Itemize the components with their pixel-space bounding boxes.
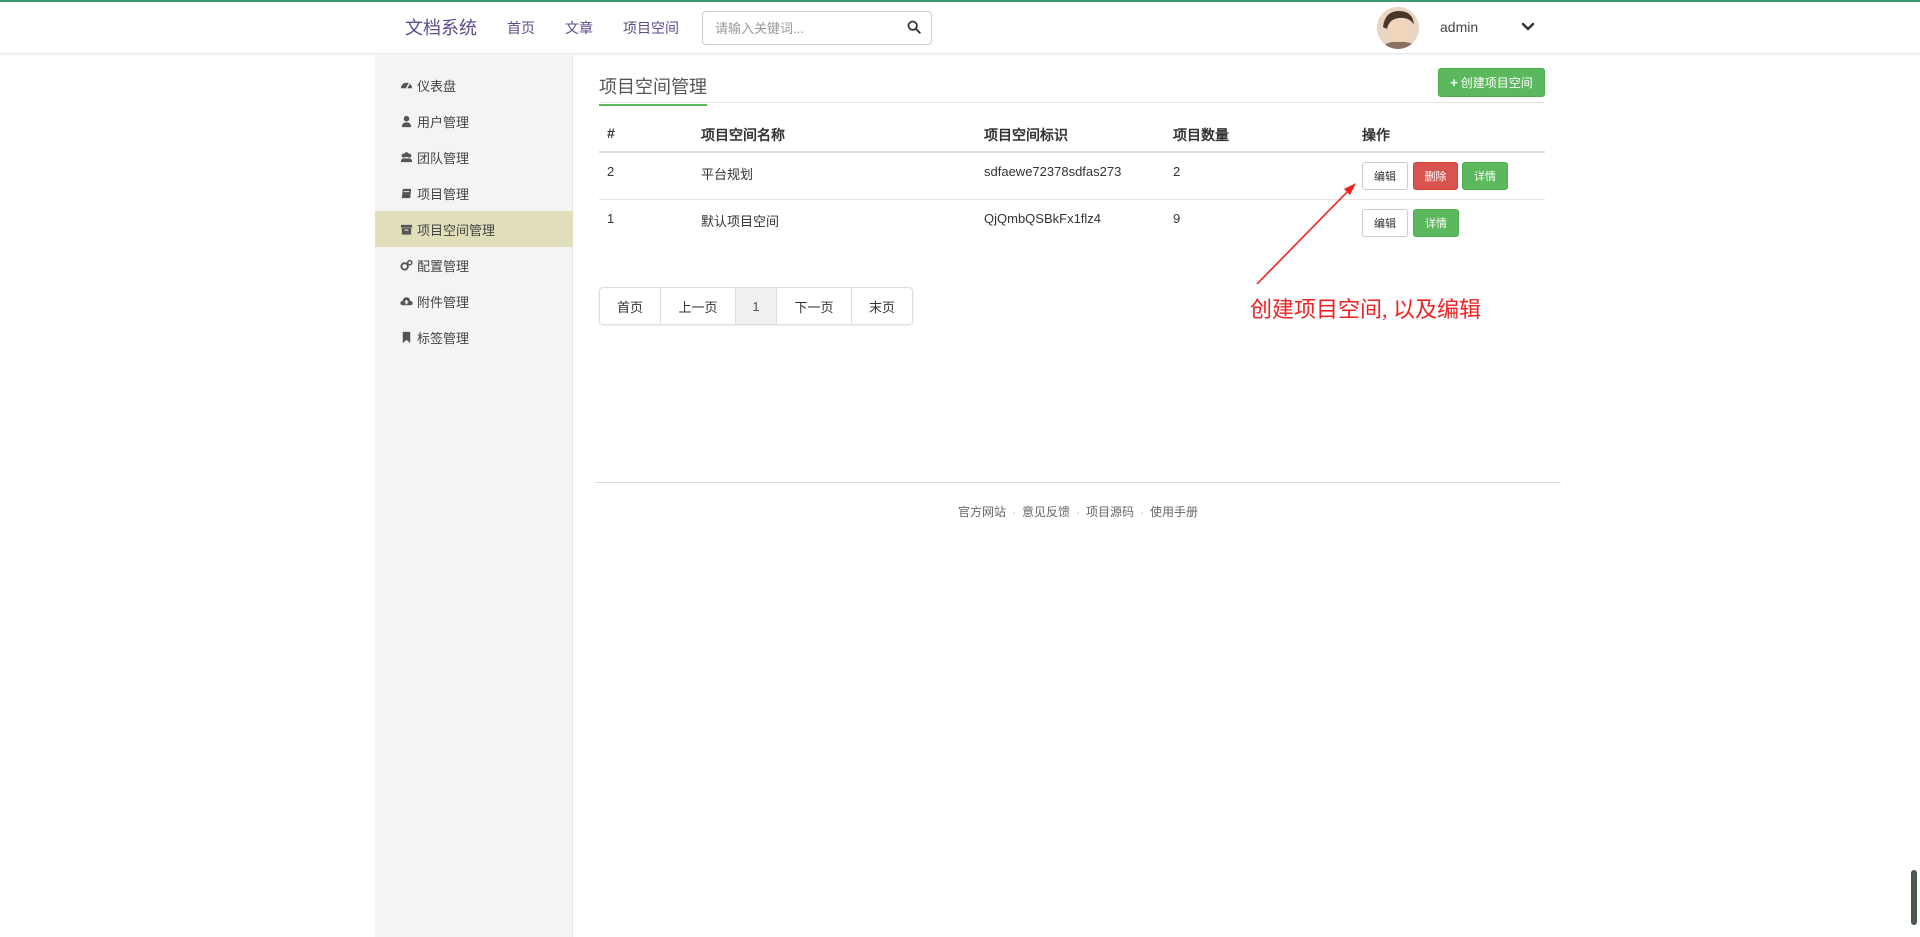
row-identifier: QjQmbQSBkFx1flz4 xyxy=(984,211,1102,226)
annotation-arrow xyxy=(1256,183,1356,285)
plus-icon: + xyxy=(1450,75,1458,90)
nav-link-home[interactable]: 首页 xyxy=(507,18,535,38)
chevron-down-icon[interactable] xyxy=(1520,19,1536,35)
username[interactable]: admin xyxy=(1440,19,1478,35)
footer-divider xyxy=(595,482,1561,483)
sidebar-item-label: 项目管理 xyxy=(417,186,470,202)
sidebar-item-label: 配置管理 xyxy=(417,258,470,274)
book-icon xyxy=(399,186,413,200)
search-box xyxy=(702,11,932,45)
navbar: 文档系统 首页 文章 项目空间 admin xyxy=(0,2,1920,54)
footer-link-official-site[interactable]: 官方网站 xyxy=(958,505,1006,519)
details-button[interactable]: 详情 xyxy=(1462,162,1508,190)
sidebar-item-dashboard[interactable]: 仪表盘 xyxy=(375,67,573,103)
create-project-space-button[interactable]: + 创建项目空间 xyxy=(1438,68,1545,97)
row-divider xyxy=(599,199,1545,200)
brand-logo[interactable]: 文档系统 xyxy=(405,14,477,40)
sidebar: 仪表盘 用户管理 团队管理 项目管理 项目空间管理 配置管理 附件管理 标签管理 xyxy=(375,55,573,937)
row-count: 9 xyxy=(1173,211,1181,226)
row-name: 平台规划 xyxy=(701,167,754,182)
pagination-first[interactable]: 首页 xyxy=(600,288,661,324)
footer: 官方网站 · 意见反馈 · 项目源码 · 使用手册 xyxy=(595,503,1561,520)
sidebar-item-label: 仪表盘 xyxy=(417,78,457,94)
sidebar-item-label: 附件管理 xyxy=(417,294,470,310)
scrollbar-thumb[interactable] xyxy=(1911,870,1917,925)
row-identifier: sdfaewe72378sdfas273 xyxy=(984,164,1122,179)
avatar[interactable] xyxy=(1377,7,1419,49)
cloud-upload-icon xyxy=(399,294,413,308)
sidebar-item-teams[interactable]: 团队管理 xyxy=(375,139,573,175)
sidebar-item-label: 团队管理 xyxy=(417,150,470,166)
title-divider xyxy=(599,102,1545,103)
users-icon xyxy=(399,150,413,164)
footer-separator: · xyxy=(1011,505,1016,519)
footer-link-feedback[interactable]: 意见反馈 xyxy=(1022,505,1070,519)
details-button[interactable]: 详情 xyxy=(1413,209,1459,237)
create-button-label: 创建项目空间 xyxy=(1460,76,1533,90)
archive-icon xyxy=(399,222,413,236)
sidebar-item-label: 用户管理 xyxy=(417,114,470,130)
delete-button[interactable]: 删除 xyxy=(1413,162,1458,190)
pagination-next[interactable]: 下一页 xyxy=(777,288,852,324)
pagination-last[interactable]: 末页 xyxy=(852,288,912,324)
row-name: 默认项目空间 xyxy=(701,214,780,229)
row-count: 2 xyxy=(1173,164,1181,179)
annotation-text: 创建项目空间, 以及编辑 xyxy=(1250,297,1482,322)
nav-link-articles[interactable]: 文章 xyxy=(565,18,593,38)
bookmark-icon xyxy=(399,330,413,344)
pagination-prev[interactable]: 上一页 xyxy=(661,288,736,324)
footer-separator: · xyxy=(1140,505,1145,519)
pagination-page-current[interactable]: 1 xyxy=(736,288,777,324)
pagination: 首页 上一页 1 下一页 末页 xyxy=(599,287,913,325)
table-header-divider xyxy=(599,151,1545,153)
table-header-index: # xyxy=(607,125,615,141)
footer-link-source[interactable]: 项目源码 xyxy=(1086,505,1134,519)
sidebar-item-tags[interactable]: 标签管理 xyxy=(375,319,573,355)
sidebar-item-projects[interactable]: 项目管理 xyxy=(375,175,573,211)
sidebar-item-label: 标签管理 xyxy=(417,330,470,346)
row-id: 2 xyxy=(607,164,615,179)
table-header-identifier: 项目空间标识 xyxy=(984,127,1068,143)
row-id: 1 xyxy=(607,211,615,226)
table-header-name: 项目空间名称 xyxy=(701,127,785,143)
dashboard-icon xyxy=(399,78,413,92)
footer-link-manual[interactable]: 使用手册 xyxy=(1150,505,1198,519)
footer-separator: · xyxy=(1076,505,1080,519)
table-header-actions: 操作 xyxy=(1362,127,1390,143)
sidebar-item-label: 项目空间管理 xyxy=(417,222,496,238)
search-icon[interactable] xyxy=(907,20,923,36)
sidebar-item-config[interactable]: 配置管理 xyxy=(375,247,573,283)
nav-link-project-spaces[interactable]: 项目空间 xyxy=(623,18,679,38)
user-icon xyxy=(399,114,413,128)
cogs-icon xyxy=(399,258,413,272)
sidebar-item-users[interactable]: 用户管理 xyxy=(375,103,573,139)
sidebar-item-attachments[interactable]: 附件管理 xyxy=(375,283,573,319)
search-input[interactable] xyxy=(703,12,893,44)
table-header-count: 项目数量 xyxy=(1173,127,1229,143)
sidebar-item-project-spaces[interactable]: 项目空间管理 xyxy=(375,211,573,247)
